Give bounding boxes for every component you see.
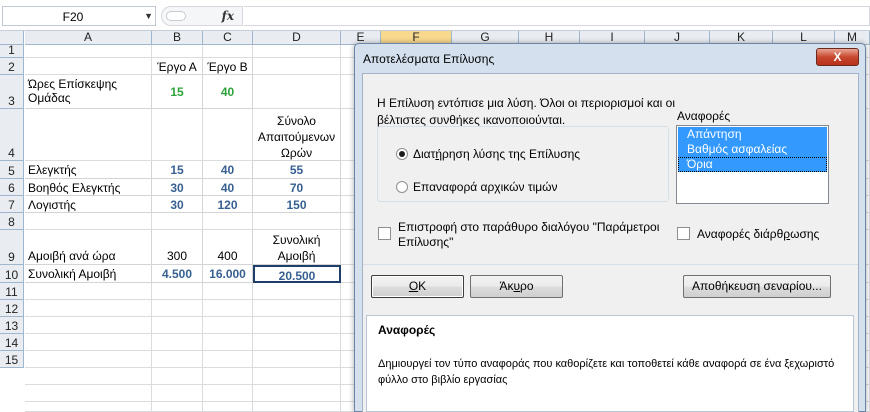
- outline-reports-checkbox[interactable]: [677, 227, 690, 240]
- column-header-b[interactable]: B: [152, 31, 203, 45]
- formula-bar-handle-icon[interactable]: [166, 11, 186, 21]
- cell-b9[interactable]: 300: [152, 230, 203, 265]
- row-header-11[interactable]: 11: [0, 283, 24, 300]
- cancel-button[interactable]: Άκυρο: [470, 275, 563, 298]
- row-header-9[interactable]: 9: [0, 230, 24, 265]
- row-header-15[interactable]: 15: [0, 351, 24, 368]
- formula-bar: F20 ▼ fx: [0, 0, 870, 31]
- cell-c7[interactable]: 120: [203, 196, 253, 213]
- outline-reports-label: Αναφορές διάρθρωσης: [697, 227, 820, 241]
- name-box-value: F20: [62, 10, 84, 24]
- cell-d5[interactable]: 55: [253, 161, 341, 179]
- return-to-parameters-checkbox[interactable]: [378, 227, 391, 240]
- dialog-body: Η Επίλυση εντόπισε μια λύση. Όλοι οι περ…: [362, 73, 859, 412]
- ok-button[interactable]: OK: [371, 275, 464, 298]
- close-icon: X: [833, 50, 842, 64]
- cell-b7[interactable]: 30: [152, 196, 203, 213]
- cell-a3[interactable]: Ώρες Επίσκεψης Ομάδας: [25, 75, 152, 109]
- chevron-down-icon[interactable]: ▼: [144, 11, 153, 21]
- report-item-limits[interactable]: Όρια: [678, 157, 827, 172]
- insert-function-icon[interactable]: fx: [222, 9, 234, 23]
- radio-selected-icon[interactable]: [396, 148, 408, 160]
- cell-c9[interactable]: 400: [203, 230, 253, 265]
- description-title: Αναφορές: [378, 323, 436, 337]
- cell-b5[interactable]: 15: [152, 161, 203, 179]
- row-header-1[interactable]: 1: [0, 43, 24, 58]
- cell-b6[interactable]: 30: [152, 179, 203, 196]
- cell-d9[interactable]: Συνολική Αμοιβή: [253, 230, 341, 265]
- cell-b10[interactable]: 4.500: [152, 265, 203, 283]
- cell-d4[interactable]: Σύνολο Απαιτούμενων Ωρών: [253, 109, 341, 161]
- close-button[interactable]: X: [816, 48, 859, 66]
- row-header-10[interactable]: 10: [0, 265, 24, 283]
- description-text: Δημιουργεί τον τύπο αναφοράς που καθορίζ…: [378, 358, 835, 386]
- cell-b2[interactable]: Έργο Α: [152, 58, 203, 75]
- row-header-8[interactable]: 8: [0, 213, 24, 230]
- name-box[interactable]: F20 ▼: [2, 6, 156, 26]
- cell-c5[interactable]: 40: [203, 161, 253, 179]
- row-header-12[interactable]: 12: [0, 300, 24, 317]
- formula-buttons: fx: [161, 6, 243, 26]
- row-header-7[interactable]: 7: [0, 196, 24, 213]
- cell-c6[interactable]: 40: [203, 179, 253, 196]
- cell-d6[interactable]: 70: [253, 179, 341, 196]
- cell-a5[interactable]: Ελεγκτής: [25, 161, 152, 179]
- solver-message: Η Επίλυση εντόπισε μια λύση. Όλοι οι περ…: [377, 96, 676, 127]
- cell-a9[interactable]: Αμοιβή ανά ώρα: [25, 230, 152, 265]
- cell-c10[interactable]: 16.000: [203, 265, 253, 283]
- save-scenario-button[interactable]: Αποθήκευση σεναρίου...: [683, 275, 831, 298]
- row-header-14[interactable]: 14: [0, 334, 24, 351]
- reports-label: Αναφορές: [677, 109, 731, 123]
- row-header-6[interactable]: 6: [0, 179, 24, 196]
- report-item-sensitivity[interactable]: Βαθμός ασφαλείας: [678, 142, 827, 157]
- solution-options-group: Διατήρηση λύσης της Επίλυσης Επαναφορά α…: [377, 126, 669, 202]
- formula-input[interactable]: [244, 6, 870, 26]
- cell-c2[interactable]: Έργο Β: [203, 58, 253, 75]
- row-header-4[interactable]: 4: [0, 109, 24, 161]
- dialog-title: Αποτελέσματα Επίλυσης: [363, 52, 495, 66]
- column-header-c[interactable]: C: [203, 31, 253, 45]
- solver-results-dialog: Αποτελέσματα Επίλυσης X Η Επίλυση εντόπι…: [354, 43, 866, 412]
- row-header-13[interactable]: 13: [0, 317, 24, 334]
- cell-c3[interactable]: 40: [203, 75, 253, 109]
- row-header-3[interactable]: 3: [0, 75, 24, 109]
- row-header-5[interactable]: 5: [0, 161, 24, 179]
- radio-unselected-icon[interactable]: [396, 181, 408, 193]
- return-to-parameters-label: Επιστροφή στο παράθυρο διαλόγου "Παράμετ…: [398, 220, 660, 249]
- cell-b3[interactable]: 15: [152, 75, 203, 109]
- cell-a6[interactable]: Βοηθός Ελεγκτής: [25, 179, 152, 196]
- reports-listbox[interactable]: Απάντηση Βαθμός ασφαλείας Όρια: [676, 125, 829, 204]
- description-panel: Αναφορές Δημιουργεί τον τύπο αναφοράς πο…: [366, 315, 854, 412]
- column-header-d[interactable]: D: [253, 31, 341, 45]
- cell-d7[interactable]: 150: [253, 196, 341, 213]
- cell-a10[interactable]: Συνολική Αμοιβή: [25, 265, 152, 283]
- column-header-a[interactable]: A: [25, 31, 152, 45]
- cell-d10[interactable]: 20.500: [253, 265, 341, 283]
- divider: [363, 264, 858, 265]
- report-item-answer[interactable]: Απάντηση: [678, 127, 827, 142]
- row-header-2[interactable]: 2: [0, 58, 24, 75]
- cell-a7[interactable]: Λογιστής: [25, 196, 152, 213]
